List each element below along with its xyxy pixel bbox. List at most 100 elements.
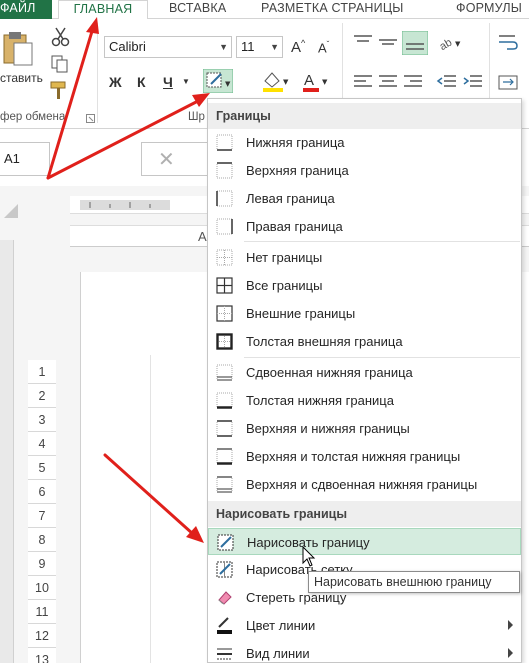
chevron-down-icon[interactable]: ▼	[182, 77, 190, 86]
menu-item-thick-outside-border[interactable]: Толстая внешняя граница	[208, 328, 521, 355]
svg-text:▼: ▼	[455, 40, 461, 48]
paste-icon[interactable]	[0, 29, 36, 69]
fill-color-icon[interactable]: ▼	[260, 69, 290, 93]
row-header[interactable]: 3	[28, 408, 56, 432]
select-all-corner-icon[interactable]	[0, 200, 20, 220]
menu-item-label: Толстая внешняя граница	[246, 334, 403, 349]
all-borders-icon	[216, 277, 233, 294]
row-header[interactable]: 1	[28, 360, 56, 384]
row-header[interactable]: 2	[28, 384, 56, 408]
svg-text:▼: ▼	[225, 80, 231, 88]
menu-item-label: Верхняя граница	[246, 163, 349, 178]
double-bottom-border-icon	[216, 364, 233, 381]
draw-grid-icon	[216, 561, 233, 578]
align-center-icon[interactable]	[377, 73, 399, 91]
menu-item-label: Вид линии	[246, 646, 310, 661]
tab-page-layout[interactable]: РАЗМЕТКА СТРАНИЦЫ	[255, 0, 410, 19]
menu-item-outside-borders[interactable]: Внешние границы	[208, 300, 521, 327]
chevron-down-icon: ▼	[219, 42, 228, 52]
thick-bottom-border-icon	[216, 392, 233, 409]
dialog-launcher-icon[interactable]	[86, 114, 95, 123]
top-double-bottom-border-icon	[216, 476, 233, 493]
row-header[interactable]: 4	[28, 432, 56, 456]
row-header[interactable]: 10	[28, 576, 56, 600]
menu-item-label: Нет границы	[246, 250, 323, 265]
left-border-icon	[216, 190, 233, 207]
row-header[interactable]: 8	[28, 528, 56, 552]
svg-text:▼: ▼	[322, 78, 328, 86]
row-header[interactable]: 5	[28, 456, 56, 480]
menu-item-top-thick-bottom-border[interactable]: Верхняя и толстая нижняя границы	[208, 443, 521, 470]
tooltip: Нарисовать внешнюю границу	[308, 571, 520, 593]
align-left-icon[interactable]	[352, 73, 374, 91]
menu-item-top-border[interactable]: Верхняя граница	[208, 157, 521, 184]
increase-font-icon[interactable]: A^	[291, 38, 305, 56]
menu-item-draw-border[interactable]: Нарисовать границу	[208, 528, 521, 555]
tab-file[interactable]: ФАЙЛ	[0, 0, 52, 19]
italic-button[interactable]: К	[137, 74, 146, 90]
paste-label[interactable]: ставить	[0, 71, 43, 85]
line-style-icon	[217, 648, 232, 660]
decrease-indent-icon[interactable]	[436, 73, 458, 91]
top-bottom-border-icon	[216, 420, 233, 437]
cut-icon[interactable]	[50, 27, 72, 47]
decrease-font-icon[interactable]: Aˇ	[318, 40, 329, 55]
align-bottom-icon[interactable]	[402, 31, 428, 55]
font-color-icon[interactable]: A ▼	[300, 69, 330, 93]
name-box[interactable]: A1	[0, 142, 50, 176]
underline-button[interactable]: Ч	[163, 74, 173, 90]
svg-text:ab: ab	[438, 37, 455, 51]
mouse-cursor-icon	[302, 546, 316, 567]
menu-item-label: Верхняя и сдвоенная нижняя границы	[246, 477, 478, 492]
align-top-icon[interactable]	[352, 33, 374, 51]
wrap-text-icon[interactable]	[497, 33, 519, 53]
merge-center-icon[interactable]	[497, 73, 519, 93]
right-border-icon	[216, 218, 233, 235]
cancel-icon[interactable]: ✕	[158, 147, 175, 172]
borders-button[interactable]: ▼	[203, 69, 233, 93]
menu-item-label: Верхняя и толстая нижняя границы	[246, 449, 461, 464]
clipboard-group-label: фер обмена	[0, 111, 66, 123]
format-painter-icon[interactable]	[48, 79, 70, 101]
increase-indent-icon[interactable]	[462, 73, 484, 91]
menu-item-double-bottom-border[interactable]: Сдвоенная нижняя граница	[208, 359, 521, 386]
row-header[interactable]: 6	[28, 480, 56, 504]
left-ruler	[0, 240, 14, 663]
tab-insert[interactable]: ВСТАВКА	[163, 0, 232, 19]
ribbon-tab-bar: ФАЙЛ ГЛАВНАЯ ВСТАВКА РАЗМЕТКА СТРАНИЦЫ Ф…	[0, 0, 529, 20]
menu-item-line-color[interactable]: Цвет линии	[208, 612, 521, 639]
eraser-icon	[218, 591, 232, 605]
font-name-select[interactable]: Calibri ▼	[104, 36, 232, 58]
menu-item-top-double-bottom-border[interactable]: Верхняя и сдвоенная нижняя границы	[208, 471, 521, 498]
menu-item-label: Верхняя и нижняя границы	[246, 421, 410, 436]
tab-home[interactable]: ГЛАВНАЯ	[58, 0, 148, 20]
row-header[interactable]: 9	[28, 552, 56, 576]
svg-text:▼: ▼	[283, 78, 289, 86]
font-group-label: Шр	[188, 111, 205, 123]
bold-button[interactable]: Ж	[109, 74, 122, 90]
align-right-icon[interactable]	[402, 73, 424, 91]
row-header[interactable]: 7	[28, 504, 56, 528]
align-middle-icon[interactable]	[377, 33, 399, 51]
menu-item-left-border[interactable]: Левая граница	[208, 185, 521, 212]
svg-text:A: A	[304, 72, 314, 89]
menu-item-no-border[interactable]: Нет границы	[208, 244, 521, 271]
bottom-border-icon	[216, 134, 233, 151]
menu-item-label: Правая граница	[246, 219, 343, 234]
row-header[interactable]: 12	[28, 624, 56, 648]
menu-item-right-border[interactable]: Правая граница	[208, 213, 521, 240]
orientation-icon[interactable]: ab ▼	[437, 33, 463, 51]
menu-divider	[244, 357, 520, 358]
tab-formulas[interactable]: ФОРМУЛЫ	[450, 0, 528, 19]
menu-item-line-style[interactable]: Вид линии	[208, 640, 521, 663]
row-header[interactable]: 11	[28, 600, 56, 624]
menu-divider	[244, 241, 520, 242]
menu-item-top-bottom-border[interactable]: Верхняя и нижняя границы	[208, 415, 521, 442]
menu-item-thick-bottom-border[interactable]: Толстая нижняя граница	[208, 387, 521, 414]
row-header[interactable]: 13	[28, 648, 56, 663]
font-size-select[interactable]: 11 ▼	[236, 36, 283, 58]
copy-icon[interactable]	[50, 55, 70, 73]
menu-item-bottom-border[interactable]: Нижняя граница	[208, 129, 521, 156]
menu-item-all-borders[interactable]: Все границы	[208, 272, 521, 299]
formula-bar-controls: ✕	[141, 142, 211, 176]
